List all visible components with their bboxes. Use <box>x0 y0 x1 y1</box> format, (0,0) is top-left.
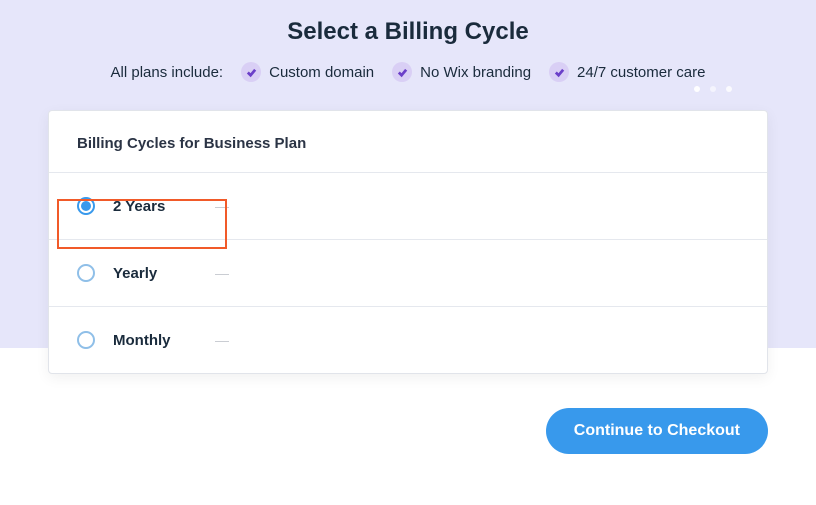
radio-unselected-icon <box>77 331 95 349</box>
card-title: Billing Cycles for Business Plan <box>49 111 767 173</box>
cta-row: Continue to Checkout <box>0 374 816 454</box>
include-item-customer-care: 24/7 customer care <box>549 62 705 82</box>
cycle-option-2years[interactable]: 2 Years — <box>49 173 767 240</box>
radio-selected-icon <box>77 197 95 215</box>
check-icon <box>392 62 412 82</box>
continue-to-checkout-button[interactable]: Continue to Checkout <box>546 408 768 454</box>
page-header: Select a Billing Cycle All plans include… <box>0 0 816 82</box>
page-title: Select a Billing Cycle <box>0 18 816 46</box>
cycle-option-monthly[interactable]: Monthly — <box>49 307 767 373</box>
cycle-label: Yearly <box>113 265 187 282</box>
include-item-no-branding: No Wix branding <box>392 62 531 82</box>
plan-includes-label: All plans include: <box>111 64 224 81</box>
placeholder-dash: — <box>215 265 229 281</box>
check-icon <box>241 62 261 82</box>
cycle-label: 2 Years <box>113 198 187 215</box>
decorative-dots <box>694 86 732 92</box>
include-item-label: No Wix branding <box>420 64 531 81</box>
check-icon <box>549 62 569 82</box>
include-item-custom-domain: Custom domain <box>241 62 374 82</box>
placeholder-dash: — <box>215 198 229 214</box>
cycle-label: Monthly <box>113 332 187 349</box>
billing-cycle-card: Billing Cycles for Business Plan 2 Years… <box>48 110 768 374</box>
radio-unselected-icon <box>77 264 95 282</box>
include-item-label: Custom domain <box>269 64 374 81</box>
cycle-option-yearly[interactable]: Yearly — <box>49 240 767 307</box>
placeholder-dash: — <box>215 332 229 348</box>
include-item-label: 24/7 customer care <box>577 64 705 81</box>
plan-includes-row: All plans include: Custom domain No Wix … <box>0 62 816 82</box>
